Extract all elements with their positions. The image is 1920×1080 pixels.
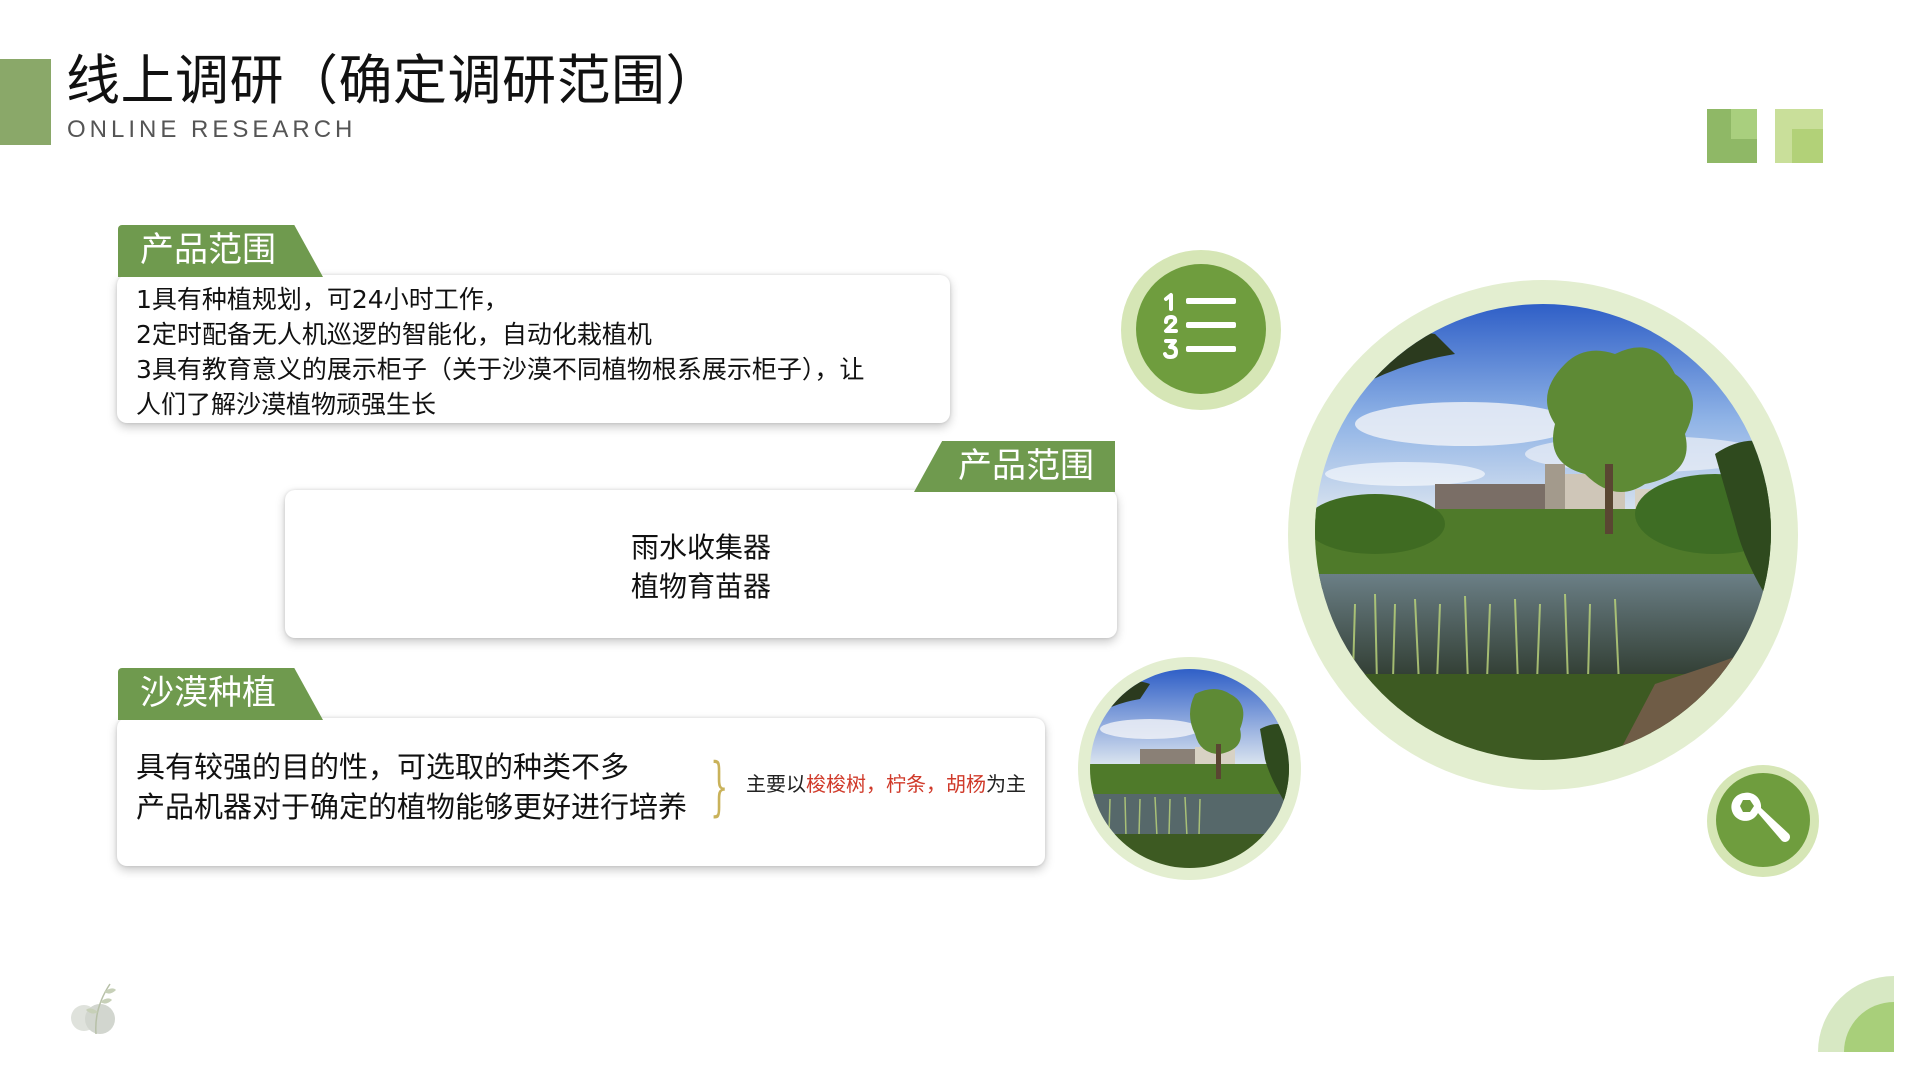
corner-arc-decoration xyxy=(1818,976,1898,1052)
species-note: 主要以梭梭树，柠条，胡杨为主 xyxy=(746,768,1026,797)
card-text-line: 3具有教育意义的展示柜子（关于沙漠不同植物根系展示柜子），让 xyxy=(136,355,865,384)
card-2-text: 雨水收集器 植物育苗器 xyxy=(285,528,1117,606)
note-prefix: 主要以 xyxy=(746,772,806,796)
wrench-icon xyxy=(1716,773,1810,867)
card-text-line: 雨水收集器 xyxy=(630,531,771,564)
card-text-line: 产品机器对于确定的植物能够更好进行培养 xyxy=(136,790,688,824)
wetland-photo-small xyxy=(1090,669,1289,868)
deco-square xyxy=(1792,129,1823,163)
card-text-line: 1具有种植规划，可24小时工作， xyxy=(136,285,509,314)
note-highlight: 梭梭树，柠条，胡杨 xyxy=(806,772,986,796)
card-text-line: 植物育苗器 xyxy=(630,570,771,603)
card-text-line: 人们了解沙漠植物顽强生长 xyxy=(136,390,437,419)
note-suffix: 为主 xyxy=(986,772,1026,796)
deco-square xyxy=(1731,109,1757,139)
card-text-line: 2定时配备无人机巡逻的智能化，自动化栽植机 xyxy=(136,320,652,349)
product-scope-tab-2: 产品范围 xyxy=(914,441,1115,492)
page-subtitle: ONLINE RESEARCH xyxy=(67,116,357,143)
title-accent-bar xyxy=(0,59,51,145)
wetland-photo-large xyxy=(1315,304,1771,760)
card-text-line: 具有较强的目的性，可选取的种类不多 xyxy=(136,750,630,784)
card-3-text: 具有较强的目的性，可选取的种类不多 产品机器对于确定的植物能够更好进行培养 xyxy=(136,747,687,827)
numbered-list-icon xyxy=(1136,264,1266,394)
product-scope-tab: 产品范围 xyxy=(118,225,323,277)
curly-brace-icon: } xyxy=(710,750,729,824)
leaf-icon xyxy=(66,978,128,1040)
desert-planting-tab: 沙漠种植 xyxy=(118,668,323,720)
page-title: 线上调研（确定调研范围） xyxy=(66,49,720,112)
